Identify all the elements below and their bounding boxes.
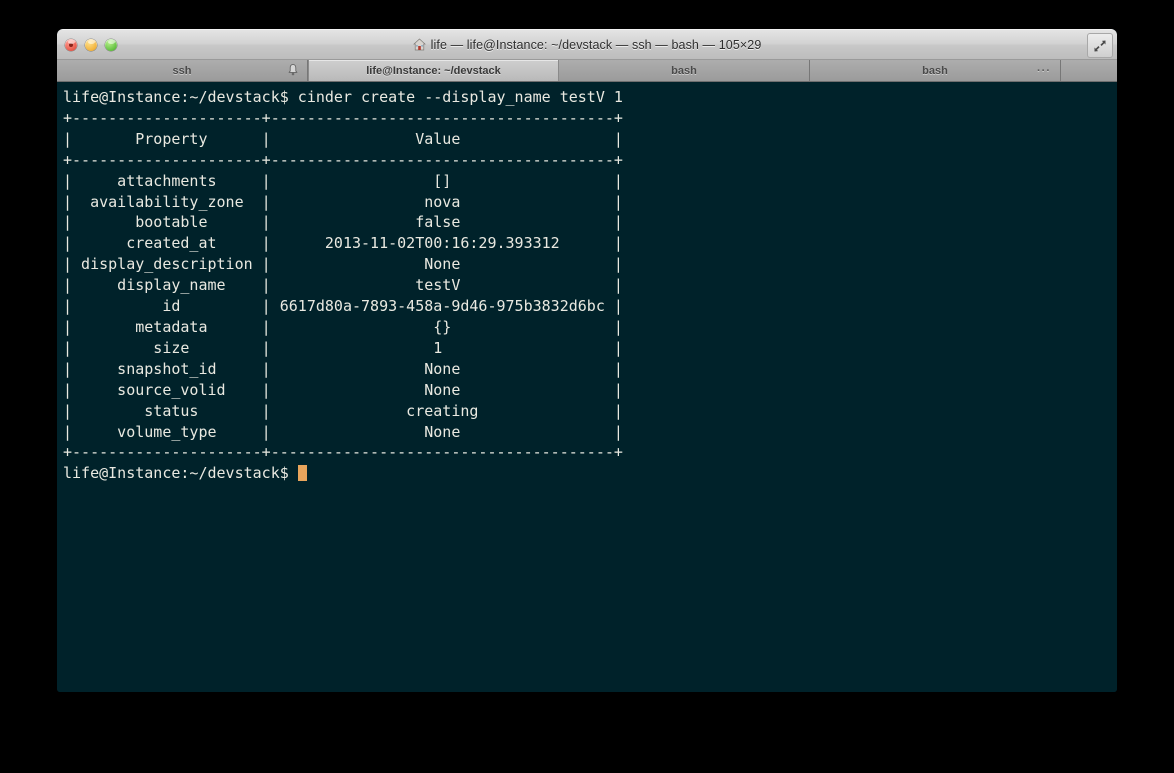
minimize-button[interactable] — [85, 38, 97, 51]
title-bar[interactable]: life — life@Instance: ~/devstack — ssh —… — [57, 29, 1117, 60]
fullscreen-icon — [1094, 40, 1106, 51]
tab-bar[interactable]: ssh life@Instance: ~/devstack bash bash … — [57, 60, 1117, 82]
window-title: life — life@Instance: ~/devstack — ssh —… — [430, 37, 762, 52]
tab-bash-1[interactable]: bash — [559, 60, 810, 81]
tab-devstack[interactable]: life@Instance: ~/devstack — [308, 60, 559, 81]
terminal-window[interactable]: life — life@Instance: ~/devstack — ssh —… — [57, 29, 1117, 692]
terminal-output: life@Instance:~/devstack$ cinder create … — [63, 87, 1117, 484]
tab-overflow-icon[interactable]: ··· — [1037, 65, 1051, 77]
tab-ssh[interactable]: ssh — [57, 60, 308, 81]
terminal-scrollback: life@Instance:~/devstack$ cinder create … — [63, 88, 623, 462]
fullscreen-button[interactable] — [1087, 33, 1113, 58]
zoom-button[interactable] — [105, 38, 117, 51]
title-text-wrap: life — life@Instance: ~/devstack — ssh —… — [412, 37, 762, 52]
bell-icon — [287, 63, 299, 79]
tab-label: bash — [671, 64, 697, 77]
text-cursor — [297, 465, 307, 482]
tab-label: life@Instance: ~/devstack — [366, 64, 501, 77]
shell-prompt: life@Instance:~/devstack$ — [63, 464, 298, 483]
home-icon — [412, 38, 426, 51]
window-controls — [65, 30, 117, 59]
tab-bar-filler — [1061, 60, 1117, 81]
tab-bash-2[interactable]: bash ··· — [810, 60, 1061, 81]
terminal-body[interactable]: life@Instance:~/devstack$ cinder create … — [57, 82, 1117, 692]
close-button[interactable] — [65, 38, 77, 51]
tab-label: ssh — [172, 64, 192, 77]
tab-label: bash — [922, 64, 948, 77]
